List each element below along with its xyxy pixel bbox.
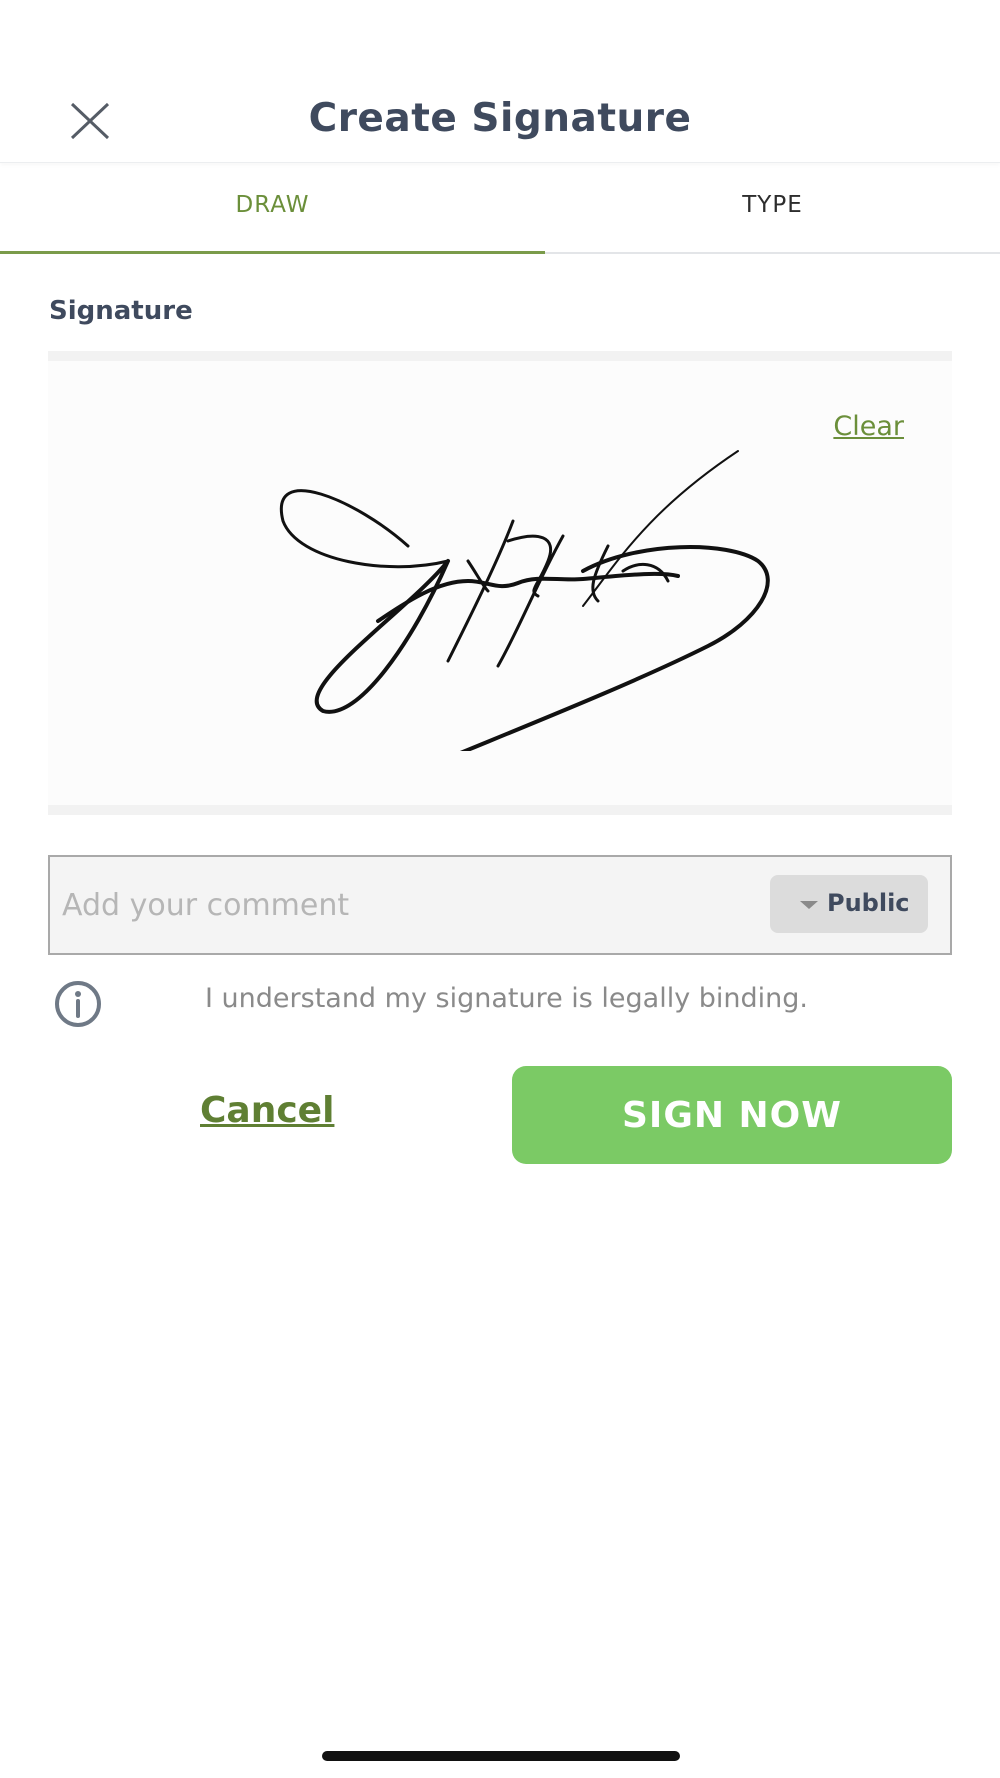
sign-now-button[interactable]: SIGN NOW: [512, 1066, 952, 1164]
legal-notice: I understand my signature is legally bin…: [205, 983, 809, 1014]
tab-draw[interactable]: DRAW: [0, 163, 545, 254]
signature-pad[interactable]: Clear: [48, 351, 952, 815]
tab-bar: DRAW TYPE: [0, 163, 1000, 254]
info-icon[interactable]: [52, 978, 104, 1034]
signature-canvas[interactable]: Clear: [48, 361, 952, 805]
visibility-dropdown[interactable]: Public: [770, 875, 928, 933]
home-indicator: [322, 1751, 680, 1761]
visibility-label: Public: [827, 889, 910, 917]
tab-type[interactable]: TYPE: [545, 163, 1000, 254]
clear-signature-link[interactable]: Clear: [833, 411, 904, 442]
page-title: Create Signature: [308, 96, 692, 141]
caret-down-icon: [800, 901, 818, 909]
signature-label: Signature: [49, 296, 193, 326]
cancel-button[interactable]: Cancel: [200, 1090, 334, 1131]
header: Create Signature: [0, 0, 1000, 163]
comment-input[interactable]: [60, 875, 744, 935]
signature-drawing: [238, 411, 818, 758]
comment-field: Public: [48, 855, 952, 955]
